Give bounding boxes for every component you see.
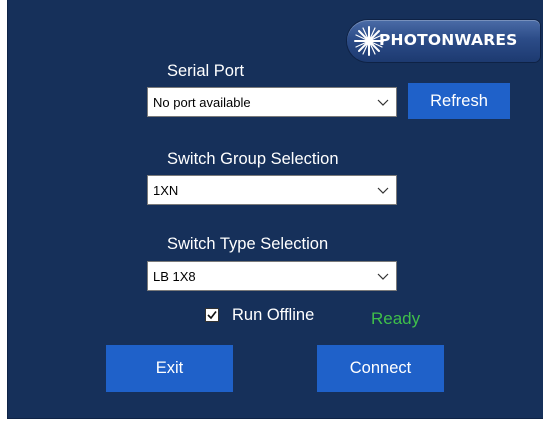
switch-group-value: 1XN — [153, 183, 179, 198]
run-offline-label[interactable]: Run Offline — [232, 306, 314, 325]
logo-text: PHOTONWARES — [379, 31, 518, 49]
serial-port-label: Serial Port — [167, 62, 245, 80]
connect-button[interactable]: Connect — [317, 345, 444, 392]
switch-type-label: Switch Type Selection — [167, 235, 329, 253]
app-window: PHOTONWARES Serial Port No port availabl… — [8, 0, 543, 418]
chevron-down-icon — [377, 273, 389, 280]
checkmark-icon — [207, 311, 217, 320]
chevron-down-icon — [377, 99, 389, 106]
exit-button[interactable]: Exit — [106, 345, 233, 392]
photonwares-logo: PHOTONWARES — [347, 20, 540, 62]
switch-group-dropdown[interactable]: 1XN — [147, 175, 397, 205]
status-text: Ready — [371, 309, 421, 328]
serial-port-dropdown[interactable]: No port available — [147, 87, 397, 117]
refresh-button[interactable]: Refresh — [408, 83, 510, 119]
switch-type-value: LB 1X8 — [153, 269, 196, 284]
switch-group-label: Switch Group Selection — [167, 150, 339, 168]
serial-port-value: No port available — [153, 95, 251, 110]
chevron-down-icon — [377, 187, 389, 194]
switch-type-dropdown[interactable]: LB 1X8 — [147, 261, 397, 291]
run-offline-checkbox[interactable] — [205, 308, 219, 322]
